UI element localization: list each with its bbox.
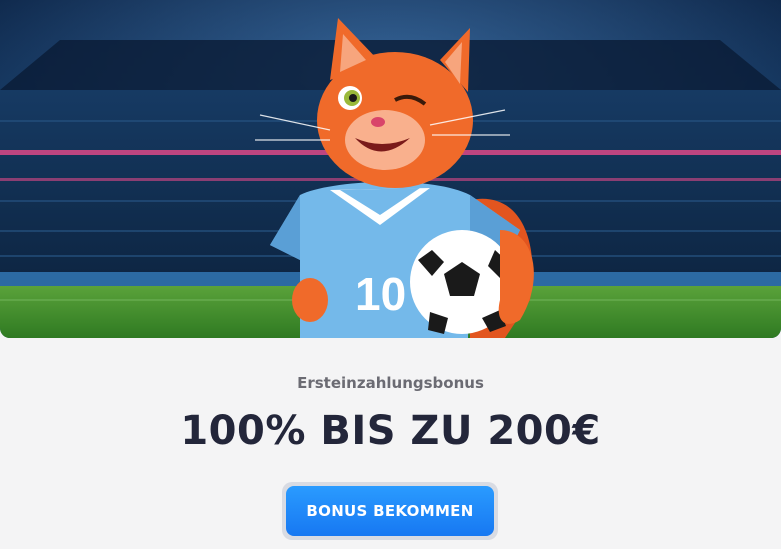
promo-banner: 10 [0,0,781,338]
jersey-number: 10 [355,268,406,320]
offer-content: Ersteinzahlungsbonus 100% BIS ZU 200€ BO… [0,338,781,549]
cat-player-icon: 10 [255,18,534,338]
bonus-subtitle: Ersteinzahlungsbonus [297,374,484,392]
get-bonus-button[interactable]: BONUS BEKOMMEN [286,486,494,536]
bonus-card: 10 Ersteinzahlungsbonus 100% BIS ZU 200€… [0,0,781,549]
cta-outline: BONUS BEKOMMEN [282,482,498,540]
bonus-headline: 100% BIS ZU 200€ [180,408,601,454]
